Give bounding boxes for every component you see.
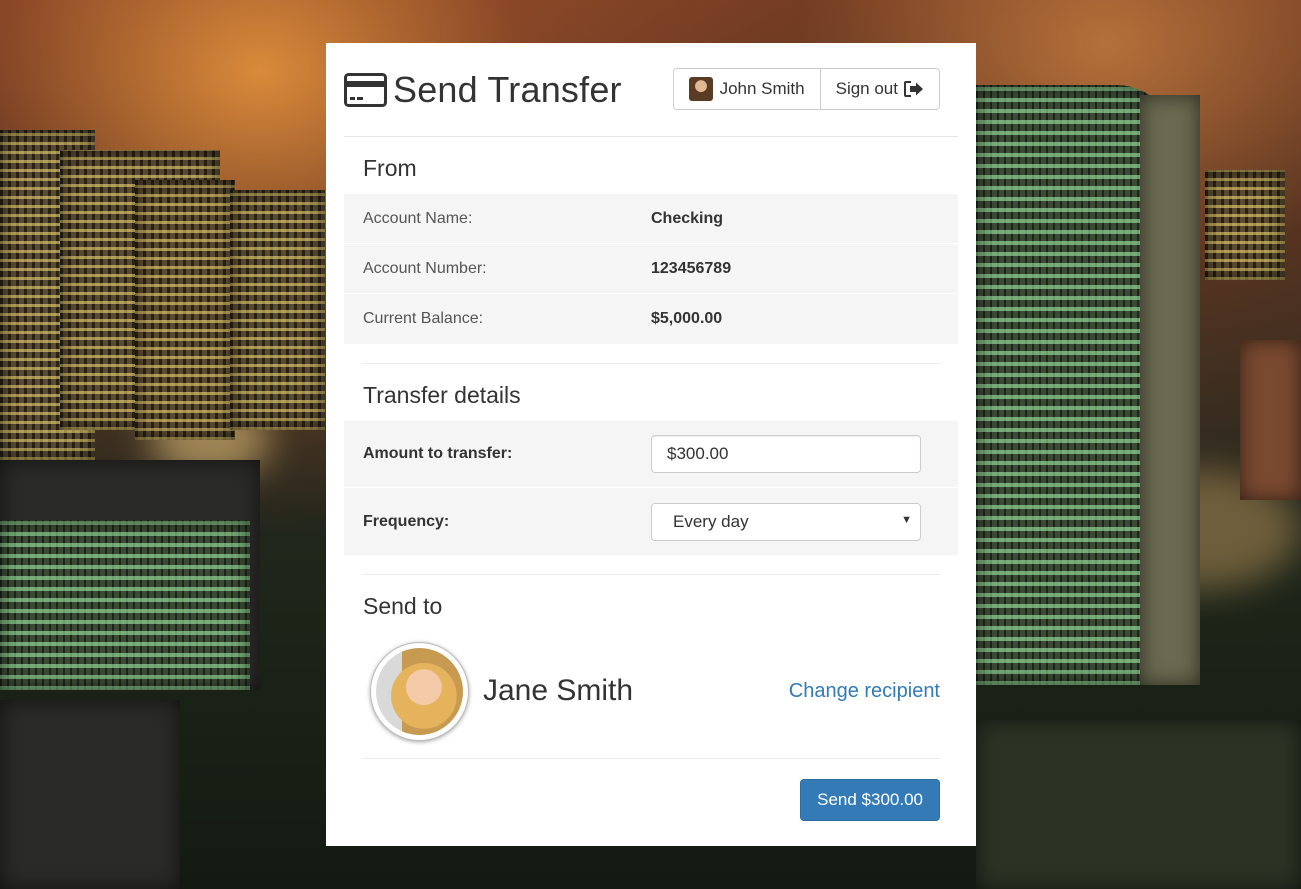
transfer-panel: Send Transfer John Smith Sign out From A… bbox=[326, 43, 976, 846]
account-number-label: Account Number: bbox=[363, 259, 487, 277]
recipient: Jane Smith Change recipient bbox=[344, 632, 958, 750]
frequency-select[interactable]: Every day ▼ bbox=[651, 502, 921, 541]
frequency-selected-value: Every day bbox=[673, 511, 749, 531]
account-number-row: Account Number: 123456789 bbox=[344, 244, 958, 294]
transfer-details: Amount to transfer: Frequency: Every day… bbox=[344, 421, 958, 555]
amount-row: Amount to transfer: bbox=[344, 421, 958, 488]
user-button-group: John Smith Sign out bbox=[672, 68, 940, 110]
recipient-avatar bbox=[370, 641, 469, 741]
frequency-label: Frequency: bbox=[363, 512, 450, 530]
change-recipient-link[interactable]: Change recipient bbox=[789, 680, 940, 703]
send-to-section-title: Send to bbox=[363, 593, 443, 619]
from-account-details: Account Name: Checking Account Number: 1… bbox=[344, 194, 958, 344]
caret-down-icon: ▼ bbox=[901, 513, 912, 526]
account-name-label: Account Name: bbox=[363, 209, 473, 227]
sign-out-button[interactable]: Sign out bbox=[820, 69, 939, 109]
account-name-row: Account Name: Checking bbox=[344, 194, 958, 244]
user-name: John Smith bbox=[719, 79, 805, 98]
amount-label: Amount to transfer: bbox=[363, 445, 513, 462]
current-balance-label: Current Balance: bbox=[363, 310, 484, 327]
recipient-photo bbox=[376, 647, 463, 735]
transfer-section-title: Transfer details bbox=[363, 382, 521, 408]
current-balance-row: Current Balance: $5,000.00 bbox=[344, 294, 958, 344]
account-name-value: Checking bbox=[651, 209, 724, 227]
frequency-row: Frequency: Every day ▼ bbox=[344, 488, 958, 555]
panel-footer: Send $300.00 bbox=[362, 758, 940, 838]
sign-out-label: Sign out bbox=[835, 79, 898, 98]
current-balance-value: $5,000.00 bbox=[651, 310, 723, 327]
sign-out-icon bbox=[904, 81, 923, 97]
user-avatar bbox=[688, 77, 713, 101]
page-title: Send Transfer bbox=[393, 69, 622, 110]
from-section-title: From bbox=[363, 155, 417, 181]
amount-input[interactable] bbox=[651, 435, 921, 473]
recipient-name: Jane Smith bbox=[483, 674, 634, 707]
user-profile-button[interactable]: John Smith bbox=[673, 69, 821, 109]
account-number-value: 123456789 bbox=[651, 259, 732, 277]
send-button[interactable]: Send $300.00 bbox=[800, 779, 940, 821]
credit-card-icon bbox=[344, 73, 387, 107]
panel-header: Send Transfer John Smith Sign out bbox=[344, 43, 958, 137]
title-wrap: Send Transfer bbox=[344, 69, 622, 111]
